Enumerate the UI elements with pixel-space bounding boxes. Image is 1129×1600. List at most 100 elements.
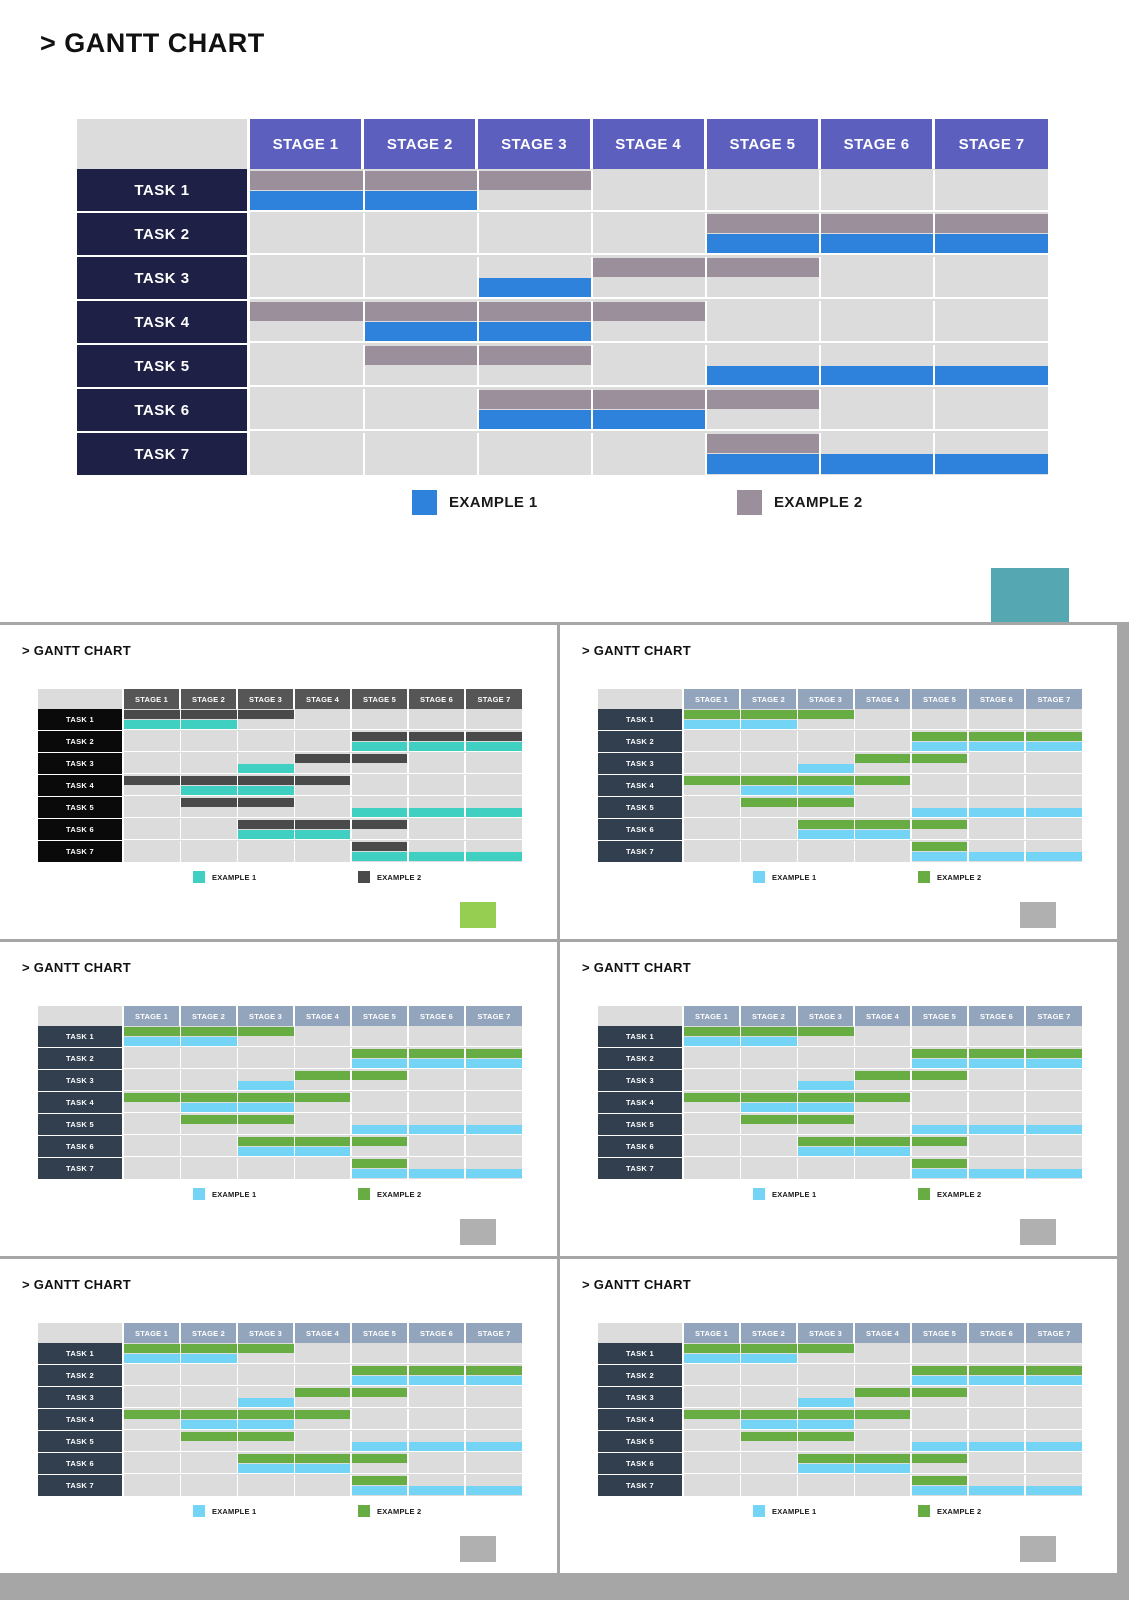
- grid-vline: [704, 169, 707, 212]
- grid-vline: [704, 213, 707, 255]
- grid-vline: [967, 709, 969, 731]
- hero-slide: > GANTT CHART STAGE 1 STAGE 2 STAGE 3 STAGE…: [0, 0, 1129, 622]
- stage-header-4: STAGE 4: [854, 689, 912, 709]
- grid-vline: [236, 1114, 239, 1135]
- grid-vline: [350, 753, 352, 774]
- task-label-1: TASK 1: [598, 709, 684, 731]
- task-label-1: TASK 1: [38, 709, 124, 731]
- grid-vline: [476, 301, 479, 343]
- task-track: [250, 389, 1048, 431]
- task-label-7: TASK 7: [598, 1474, 684, 1496]
- grid-vline: [1024, 1453, 1026, 1474]
- grid-vline: [179, 775, 182, 796]
- grid-vline: [1024, 1157, 1026, 1179]
- grid-vline: [350, 797, 352, 818]
- grid-vline: [910, 1026, 912, 1048]
- grid-vline: [853, 731, 856, 752]
- gantt-bar-example2: [237, 820, 409, 829]
- grid-vline: [739, 709, 742, 731]
- task-track-cell: [683, 1091, 1082, 1114]
- gantt-bar-example2: [351, 1475, 409, 1485]
- grid-hline: [124, 1362, 522, 1365]
- grid-vline: [464, 1026, 466, 1048]
- grid-hline: [684, 1089, 1082, 1091]
- grid-vline: [933, 345, 935, 387]
- gantt-bar-example2: [911, 732, 1082, 741]
- task-label-3: TASK 3: [38, 1386, 124, 1409]
- legend-swatch-example2: [358, 871, 370, 883]
- grid-vline: [933, 213, 935, 255]
- variant-thumbnail-1[interactable]: > GANTT CHART STAGE 1 STAGE 2 STAGE 3 STAGE …: [0, 625, 557, 939]
- task-track-cell: [123, 1135, 522, 1158]
- gantt-row: TASK 4: [38, 1091, 522, 1114]
- grid-hline: [124, 1428, 522, 1430]
- variant-gantt-chart: STAGE 1 STAGE 2 STAGE 3 STAGE 4 STAGE 5 STAGE…: [598, 1323, 1082, 1496]
- gantt-row: TASK 2: [598, 1364, 1082, 1387]
- task-track-cell: [683, 1408, 1082, 1431]
- grid-vline: [350, 709, 352, 731]
- grid-vline: [293, 1474, 296, 1496]
- grid-vline: [1024, 797, 1026, 818]
- grid-vline: [1024, 731, 1026, 752]
- grid-vline: [236, 1365, 239, 1386]
- grid-vline: [1024, 1365, 1026, 1386]
- task-track: [684, 709, 1082, 731]
- grid-vline: [407, 1431, 409, 1452]
- gantt-bar-example2: [124, 1027, 295, 1037]
- legend-swatch-example1: [412, 490, 437, 515]
- gantt-bar-example1: [911, 851, 1082, 861]
- stage-header-4: STAGE 4: [854, 1006, 912, 1026]
- grid-vline: [464, 1474, 466, 1496]
- task-track-cell: [248, 169, 1048, 212]
- variant-thumbnail-4[interactable]: > GANTT CHART STAGE 1 STAGE 2 STAGE 3 STAGE …: [560, 942, 1117, 1256]
- variant-thumbnail-5[interactable]: > GANTT CHART STAGE 1 STAGE 2 STAGE 3 STAGE …: [0, 1259, 557, 1573]
- gantt-bar-example2: [911, 1049, 1082, 1058]
- task-track-cell: [123, 752, 522, 775]
- grid-hline: [684, 1045, 1082, 1048]
- variant-thumbnail-6[interactable]: > GANTT CHART STAGE 1 STAGE 2 STAGE 3 STAGE …: [560, 1259, 1117, 1573]
- variant-title: > GANTT CHART: [582, 1277, 691, 1292]
- task-label-6: TASK 6: [77, 388, 250, 433]
- legend-label: EXAMPLE 1: [212, 1189, 257, 1199]
- grid-vline: [910, 1092, 912, 1113]
- legend-item-2: EXAMPLE 2: [358, 871, 421, 883]
- gantt-header-row: STAGE 1 STAGE 2 STAGE 3 STAGE 4 STAGE 5 STAGE…: [38, 1323, 522, 1343]
- task-track: [124, 1048, 522, 1069]
- grid-vline: [236, 1048, 239, 1069]
- variant-thumbnail-3[interactable]: > GANTT CHART STAGE 1 STAGE 2 STAGE 3 STAGE …: [0, 942, 557, 1256]
- legend-label: EXAMPLE 1: [212, 872, 257, 882]
- variant-thumbnail-2[interactable]: > GANTT CHART STAGE 1 STAGE 2 STAGE 3 STAGE …: [560, 625, 1117, 939]
- grid-vline: [853, 1365, 856, 1386]
- grid-vline: [464, 1365, 466, 1386]
- gantt-bar-example1: [706, 453, 1048, 474]
- legend-label: EXAMPLE 2: [377, 1189, 422, 1199]
- grid-vline: [1024, 1387, 1026, 1408]
- grid-vline: [236, 1157, 239, 1179]
- legend-swatch-example2: [358, 1188, 370, 1200]
- variant-legend: EXAMPLE 1 EXAMPLE 2: [38, 1188, 522, 1204]
- grid-vline: [407, 797, 409, 818]
- grid-vline: [236, 1136, 239, 1157]
- grid-vline: [967, 775, 969, 796]
- legend-label: EXAMPLE 1: [449, 494, 538, 511]
- gantt-row: TASK 2: [598, 730, 1082, 753]
- variant-gantt-chart: STAGE 1 STAGE 2 STAGE 3 STAGE 4 STAGE 5 STAGE…: [38, 1006, 522, 1179]
- grid-vline: [236, 731, 239, 752]
- grid-hline: [684, 1067, 1082, 1069]
- grid-vline: [704, 389, 707, 431]
- stage-header-6: STAGE 6: [968, 1006, 1026, 1026]
- grid-vline: [350, 1431, 352, 1452]
- stage-header-2: STAGE 2: [180, 1323, 238, 1343]
- grid-vline: [293, 709, 296, 731]
- stage-header-1: STAGE 1: [123, 1323, 181, 1343]
- task-track: [124, 1409, 522, 1430]
- task-track-cell: [683, 1047, 1082, 1070]
- grid-vline: [350, 1026, 352, 1048]
- legend-swatch-example2: [918, 1188, 930, 1200]
- legend-label: EXAMPLE 2: [377, 1506, 422, 1516]
- grid-vline: [853, 819, 856, 840]
- stage-header-2: STAGE 2: [180, 689, 238, 709]
- grid-vline: [179, 1431, 182, 1452]
- grid-vline: [967, 1136, 969, 1157]
- stage-header-3: STAGE 3: [797, 1006, 855, 1026]
